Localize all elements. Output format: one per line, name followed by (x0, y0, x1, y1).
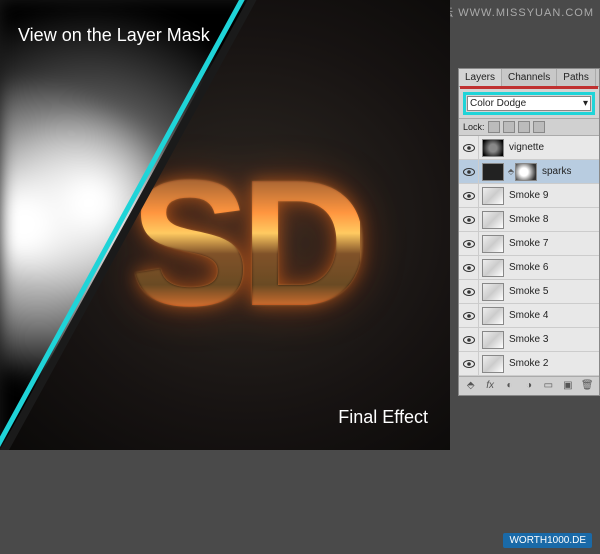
adjustment-icon[interactable]: ◑ (522, 380, 536, 392)
lock-row: Lock: (459, 119, 599, 136)
visibility-eye-icon[interactable] (459, 256, 479, 279)
layer-thumbnail[interactable] (482, 283, 504, 301)
layer-name-label: sparks (540, 166, 571, 177)
layer-row[interactable]: Smoke 3 (459, 328, 599, 352)
tab-channels[interactable]: Channels (502, 69, 557, 86)
lock-transparency-icon[interactable] (488, 121, 500, 133)
layer-row[interactable]: Smoke 5 (459, 280, 599, 304)
layer-thumbnail[interactable] (482, 307, 504, 325)
layer-row[interactable]: Smoke 2 (459, 352, 599, 376)
layers-panel: Layers Channels Paths Color Dodge ▾ Lock… (458, 68, 600, 396)
visibility-eye-icon[interactable] (459, 160, 479, 183)
link-icon[interactable]: ⬘ (464, 380, 478, 392)
fx-icon[interactable]: fx (483, 380, 497, 392)
blend-mode-select[interactable]: Color Dodge ▾ (467, 96, 591, 111)
document-canvas: SD View on the Layer Mask Final Effect (0, 0, 450, 450)
layer-mask-thumbnail[interactable] (515, 163, 537, 181)
layer-name-label: Smoke 9 (507, 190, 548, 201)
layer-list: vignette ⬘ sparks Smoke 9 Smoke 8 Smoke 7 Smok… (459, 136, 599, 376)
layer-row[interactable]: Smoke 8 (459, 208, 599, 232)
blend-mode-highlight: Color Dodge ▾ (463, 92, 595, 115)
layer-name-label: Smoke 4 (507, 310, 548, 321)
layer-row[interactable]: Smoke 6 (459, 256, 599, 280)
label-final-effect: Final Effect (338, 407, 428, 428)
lock-position-icon[interactable] (518, 121, 530, 133)
lock-label: Lock: (463, 122, 485, 132)
new-icon[interactable]: ▣ (561, 380, 575, 392)
effect-text: SD (130, 140, 360, 347)
layer-thumbnail[interactable] (482, 259, 504, 277)
layer-row[interactable]: Smoke 4 (459, 304, 599, 328)
lock-all-icon[interactable] (533, 121, 545, 133)
layer-thumbnail[interactable] (482, 331, 504, 349)
layer-thumbnail[interactable] (482, 163, 504, 181)
panel-footer: ⬘ fx ◐ ◑ ▭ ▣ 🗑 (459, 376, 599, 395)
visibility-eye-icon[interactable] (459, 352, 479, 375)
layer-row[interactable]: Smoke 9 (459, 184, 599, 208)
layer-thumbnail[interactable] (482, 187, 504, 205)
layer-name-label: Smoke 5 (507, 286, 548, 297)
mask-link-icon[interactable]: ⬘ (507, 167, 515, 176)
layer-row[interactable]: vignette (459, 136, 599, 160)
visibility-eye-icon[interactable] (459, 136, 479, 159)
trash-icon[interactable]: 🗑 (580, 380, 594, 392)
group-icon[interactable]: ▭ (541, 380, 555, 392)
layer-name-label: Smoke 3 (507, 334, 548, 345)
label-mask-view: View on the Layer Mask (18, 25, 210, 46)
tab-layers[interactable]: Layers (459, 69, 502, 86)
layer-name-label: Smoke 7 (507, 238, 548, 249)
layer-name-label: Smoke 8 (507, 214, 548, 225)
layer-name-label: vignette (507, 142, 544, 153)
visibility-eye-icon[interactable] (459, 184, 479, 207)
panel-tabs: Layers Channels Paths (459, 69, 599, 87)
layer-name-label: Smoke 2 (507, 358, 548, 369)
panel-controls: Color Dodge ▾ (459, 87, 599, 119)
layer-thumbnail[interactable] (482, 355, 504, 373)
mask-icon[interactable]: ◐ (503, 380, 517, 392)
layer-thumbnail[interactable] (482, 211, 504, 229)
watermark-bottom: WORTH1000.DE (503, 533, 592, 548)
visibility-eye-icon[interactable] (459, 232, 479, 255)
visibility-eye-icon[interactable] (459, 280, 479, 303)
layer-row[interactable]: ⬘ sparks (459, 160, 599, 184)
red-annotation-bar (460, 86, 598, 89)
layer-row[interactable]: Smoke 7 (459, 232, 599, 256)
layer-name-label: Smoke 6 (507, 262, 548, 273)
visibility-eye-icon[interactable] (459, 208, 479, 231)
blend-mode-value: Color Dodge (470, 98, 526, 109)
tab-paths[interactable]: Paths (557, 69, 596, 86)
visibility-eye-icon[interactable] (459, 304, 479, 327)
dropdown-icon: ▾ (583, 98, 588, 109)
lock-pixels-icon[interactable] (503, 121, 515, 133)
layer-thumbnail[interactable] (482, 235, 504, 253)
visibility-eye-icon[interactable] (459, 328, 479, 351)
layer-thumbnail[interactable] (482, 139, 504, 157)
